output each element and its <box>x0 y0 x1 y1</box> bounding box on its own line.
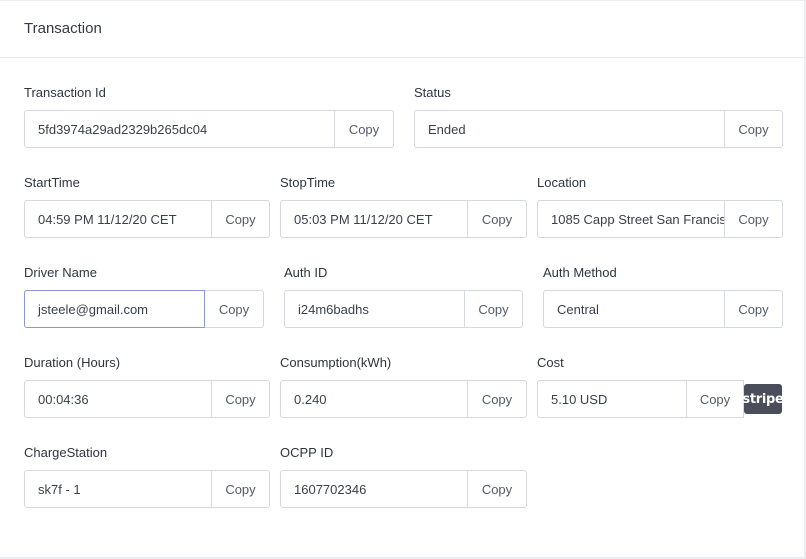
cost-copy-button[interactable]: Copy <box>686 380 744 418</box>
status-input[interactable]: Ended <box>414 110 724 148</box>
auth-method-group: Central Copy <box>543 290 783 328</box>
duration-group: 00:04:36 Copy <box>24 380 270 418</box>
driver-name-group: jsteele@gmail.com Copy <box>24 290 264 328</box>
driver-name-label: Driver Name <box>24 265 97 280</box>
cost-label: Cost <box>537 355 564 370</box>
auth-method-label: Auth Method <box>543 265 617 280</box>
consumption-copy-button[interactable]: Copy <box>467 380 527 418</box>
location-group: 1085 Capp Street San Francisco Copy <box>537 200 783 238</box>
cost-group: 5.10 USD Copy <box>537 380 744 418</box>
charge-station-group: sk7f - 1 Copy <box>24 470 270 508</box>
status-copy-button[interactable]: Copy <box>724 110 783 148</box>
driver-name-copy-button[interactable]: Copy <box>205 290 264 328</box>
stop-time-input[interactable]: 05:03 PM 11/12/20 CET <box>280 200 467 238</box>
stop-time-group: 05:03 PM 11/12/20 CET Copy <box>280 200 527 238</box>
ocpp-id-copy-button[interactable]: Copy <box>467 470 527 508</box>
start-time-label: StartTime <box>24 175 80 190</box>
location-label: Location <box>537 175 587 190</box>
auth-method-copy-button[interactable]: Copy <box>724 290 783 328</box>
stop-time-copy-button[interactable]: Copy <box>467 200 527 238</box>
charge-station-copy-button[interactable]: Copy <box>211 470 270 508</box>
consumption-group: 0.240 Copy <box>280 380 527 418</box>
location-copy-button[interactable]: Copy <box>724 200 783 238</box>
auth-method-input[interactable]: Central <box>543 290 724 328</box>
start-time-input[interactable]: 04:59 PM 11/12/20 CET <box>24 200 211 238</box>
panel-header: Transaction <box>0 0 806 58</box>
charge-station-label: ChargeStation <box>24 445 108 460</box>
start-time-copy-button[interactable]: Copy <box>211 200 270 238</box>
location-input[interactable]: 1085 Capp Street San Francisco <box>537 200 724 238</box>
duration-input[interactable]: 00:04:36 <box>24 380 211 418</box>
transaction-panel: Transaction Transaction Id 5fd3974a29ad2… <box>0 0 806 559</box>
consumption-label: Consumption(kWh) <box>280 355 392 370</box>
transaction-id-input[interactable]: 5fd3974a29ad2329b265dc04 <box>24 110 334 148</box>
stripe-logo-icon: stripe <box>742 384 784 414</box>
auth-id-copy-button[interactable]: Copy <box>464 290 523 328</box>
status-group: Ended Copy <box>414 110 783 148</box>
transaction-id-copy-button[interactable]: Copy <box>334 110 394 148</box>
start-time-group: 04:59 PM 11/12/20 CET Copy <box>24 200 270 238</box>
duration-label: Duration (Hours) <box>24 355 121 370</box>
ocpp-id-input[interactable]: 1607702346 <box>280 470 467 508</box>
auth-id-input[interactable]: i24m6badhs <box>284 290 464 328</box>
consumption-input[interactable]: 0.240 <box>280 380 467 418</box>
driver-name-input[interactable]: jsteele@gmail.com <box>24 290 205 328</box>
ocpp-id-label: OCPP ID <box>280 445 334 460</box>
duration-copy-button[interactable]: Copy <box>211 380 270 418</box>
auth-id-label: Auth ID <box>284 265 328 280</box>
auth-id-group: i24m6badhs Copy <box>284 290 523 328</box>
panel-title: Transaction <box>24 20 102 37</box>
cost-input[interactable]: 5.10 USD <box>537 380 686 418</box>
status-label: Status <box>414 85 451 100</box>
transaction-id-label: Transaction Id <box>24 85 106 100</box>
ocpp-id-group: 1607702346 Copy <box>280 470 527 508</box>
transaction-id-group: 5fd3974a29ad2329b265dc04 Copy <box>24 110 394 148</box>
charge-station-input[interactable]: sk7f - 1 <box>24 470 211 508</box>
stop-time-label: StopTime <box>280 175 336 190</box>
